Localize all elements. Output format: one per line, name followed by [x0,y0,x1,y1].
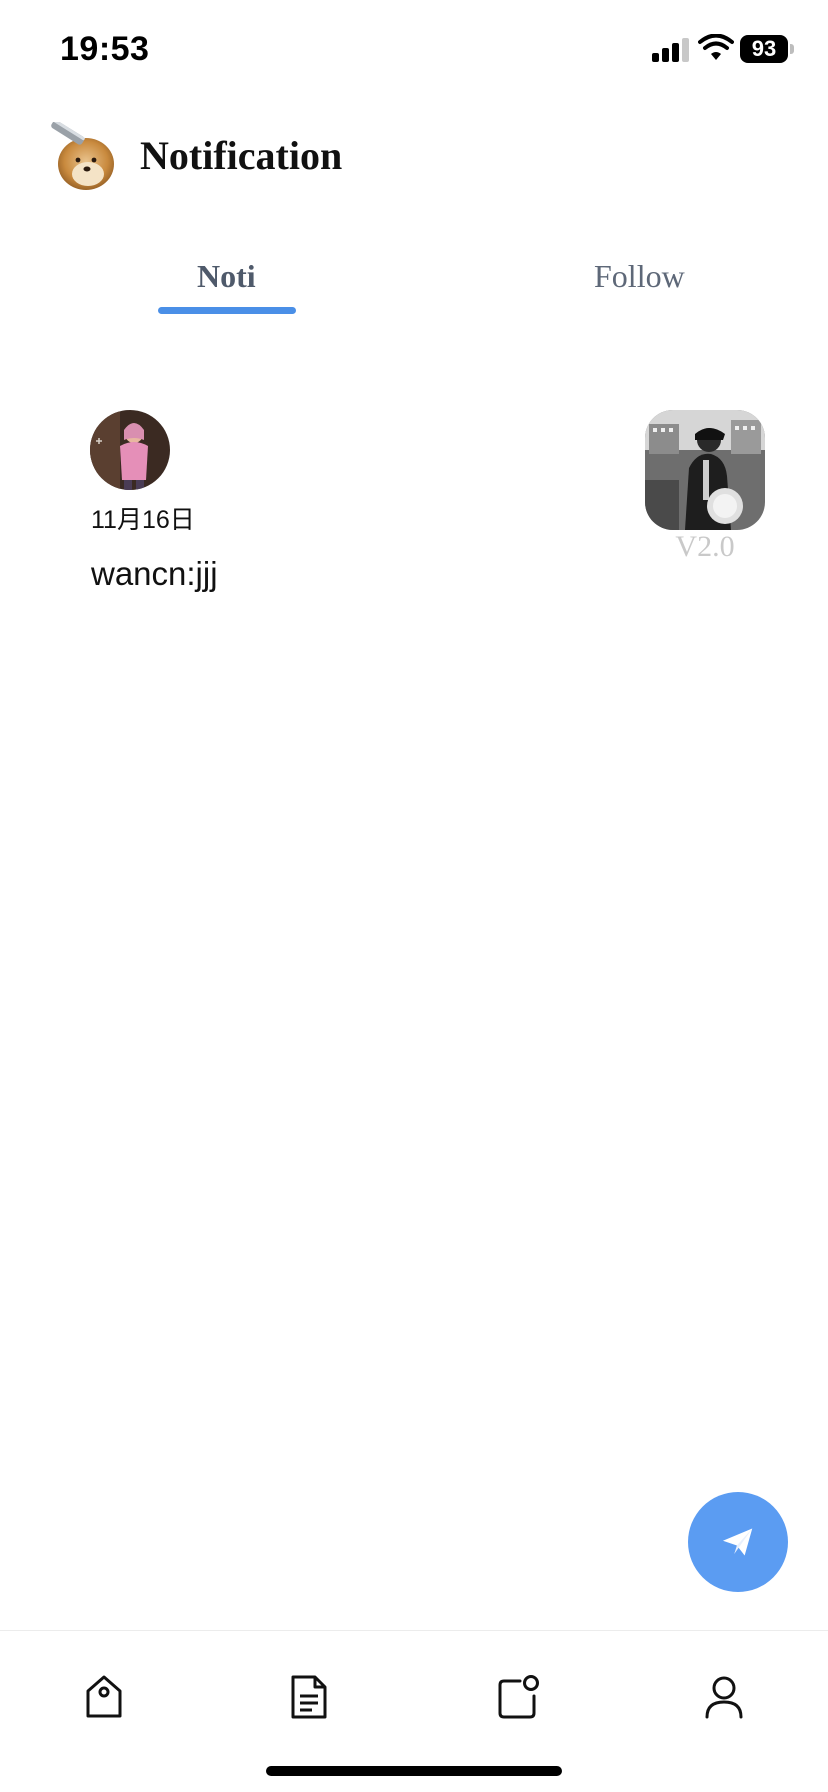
notification-item[interactable]: 11月16日 wancn:jjj V2.0 [0,400,828,600]
battery-icon: 93 [740,35,788,63]
version-label: V2.0 [675,530,735,563]
signal-icon [652,36,690,62]
home-indicator[interactable] [266,1766,562,1776]
active-tab-indicator [158,307,296,314]
profile-icon [705,1676,743,1719]
wifi-icon [698,34,734,60]
tab-noti[interactable]: Noti [197,258,256,295]
document-icon [291,1675,327,1719]
nav-document-button[interactable] [281,1669,337,1725]
send-button[interactable] [688,1492,788,1592]
nav-notification-button[interactable] [490,1669,546,1725]
notification-icon [498,1675,539,1719]
page-title: Notification [140,133,343,178]
notification-text: wancn:jjj [91,555,218,592]
nav-tag-button[interactable] [76,1669,132,1725]
tab-follow[interactable]: Follow [594,258,685,295]
tag-icon [86,1675,122,1718]
avatar[interactable] [90,410,170,490]
nav-profile-button[interactable] [696,1669,752,1725]
status-time: 19:53 [60,30,150,68]
shiba-dog-logo [51,122,114,190]
post-thumbnail[interactable] [645,410,765,530]
battery-cap [790,44,794,54]
notification-date: 11月16日 [91,506,195,534]
status-bar: 19:53 93 [0,0,828,100]
send-icon [722,1528,753,1556]
